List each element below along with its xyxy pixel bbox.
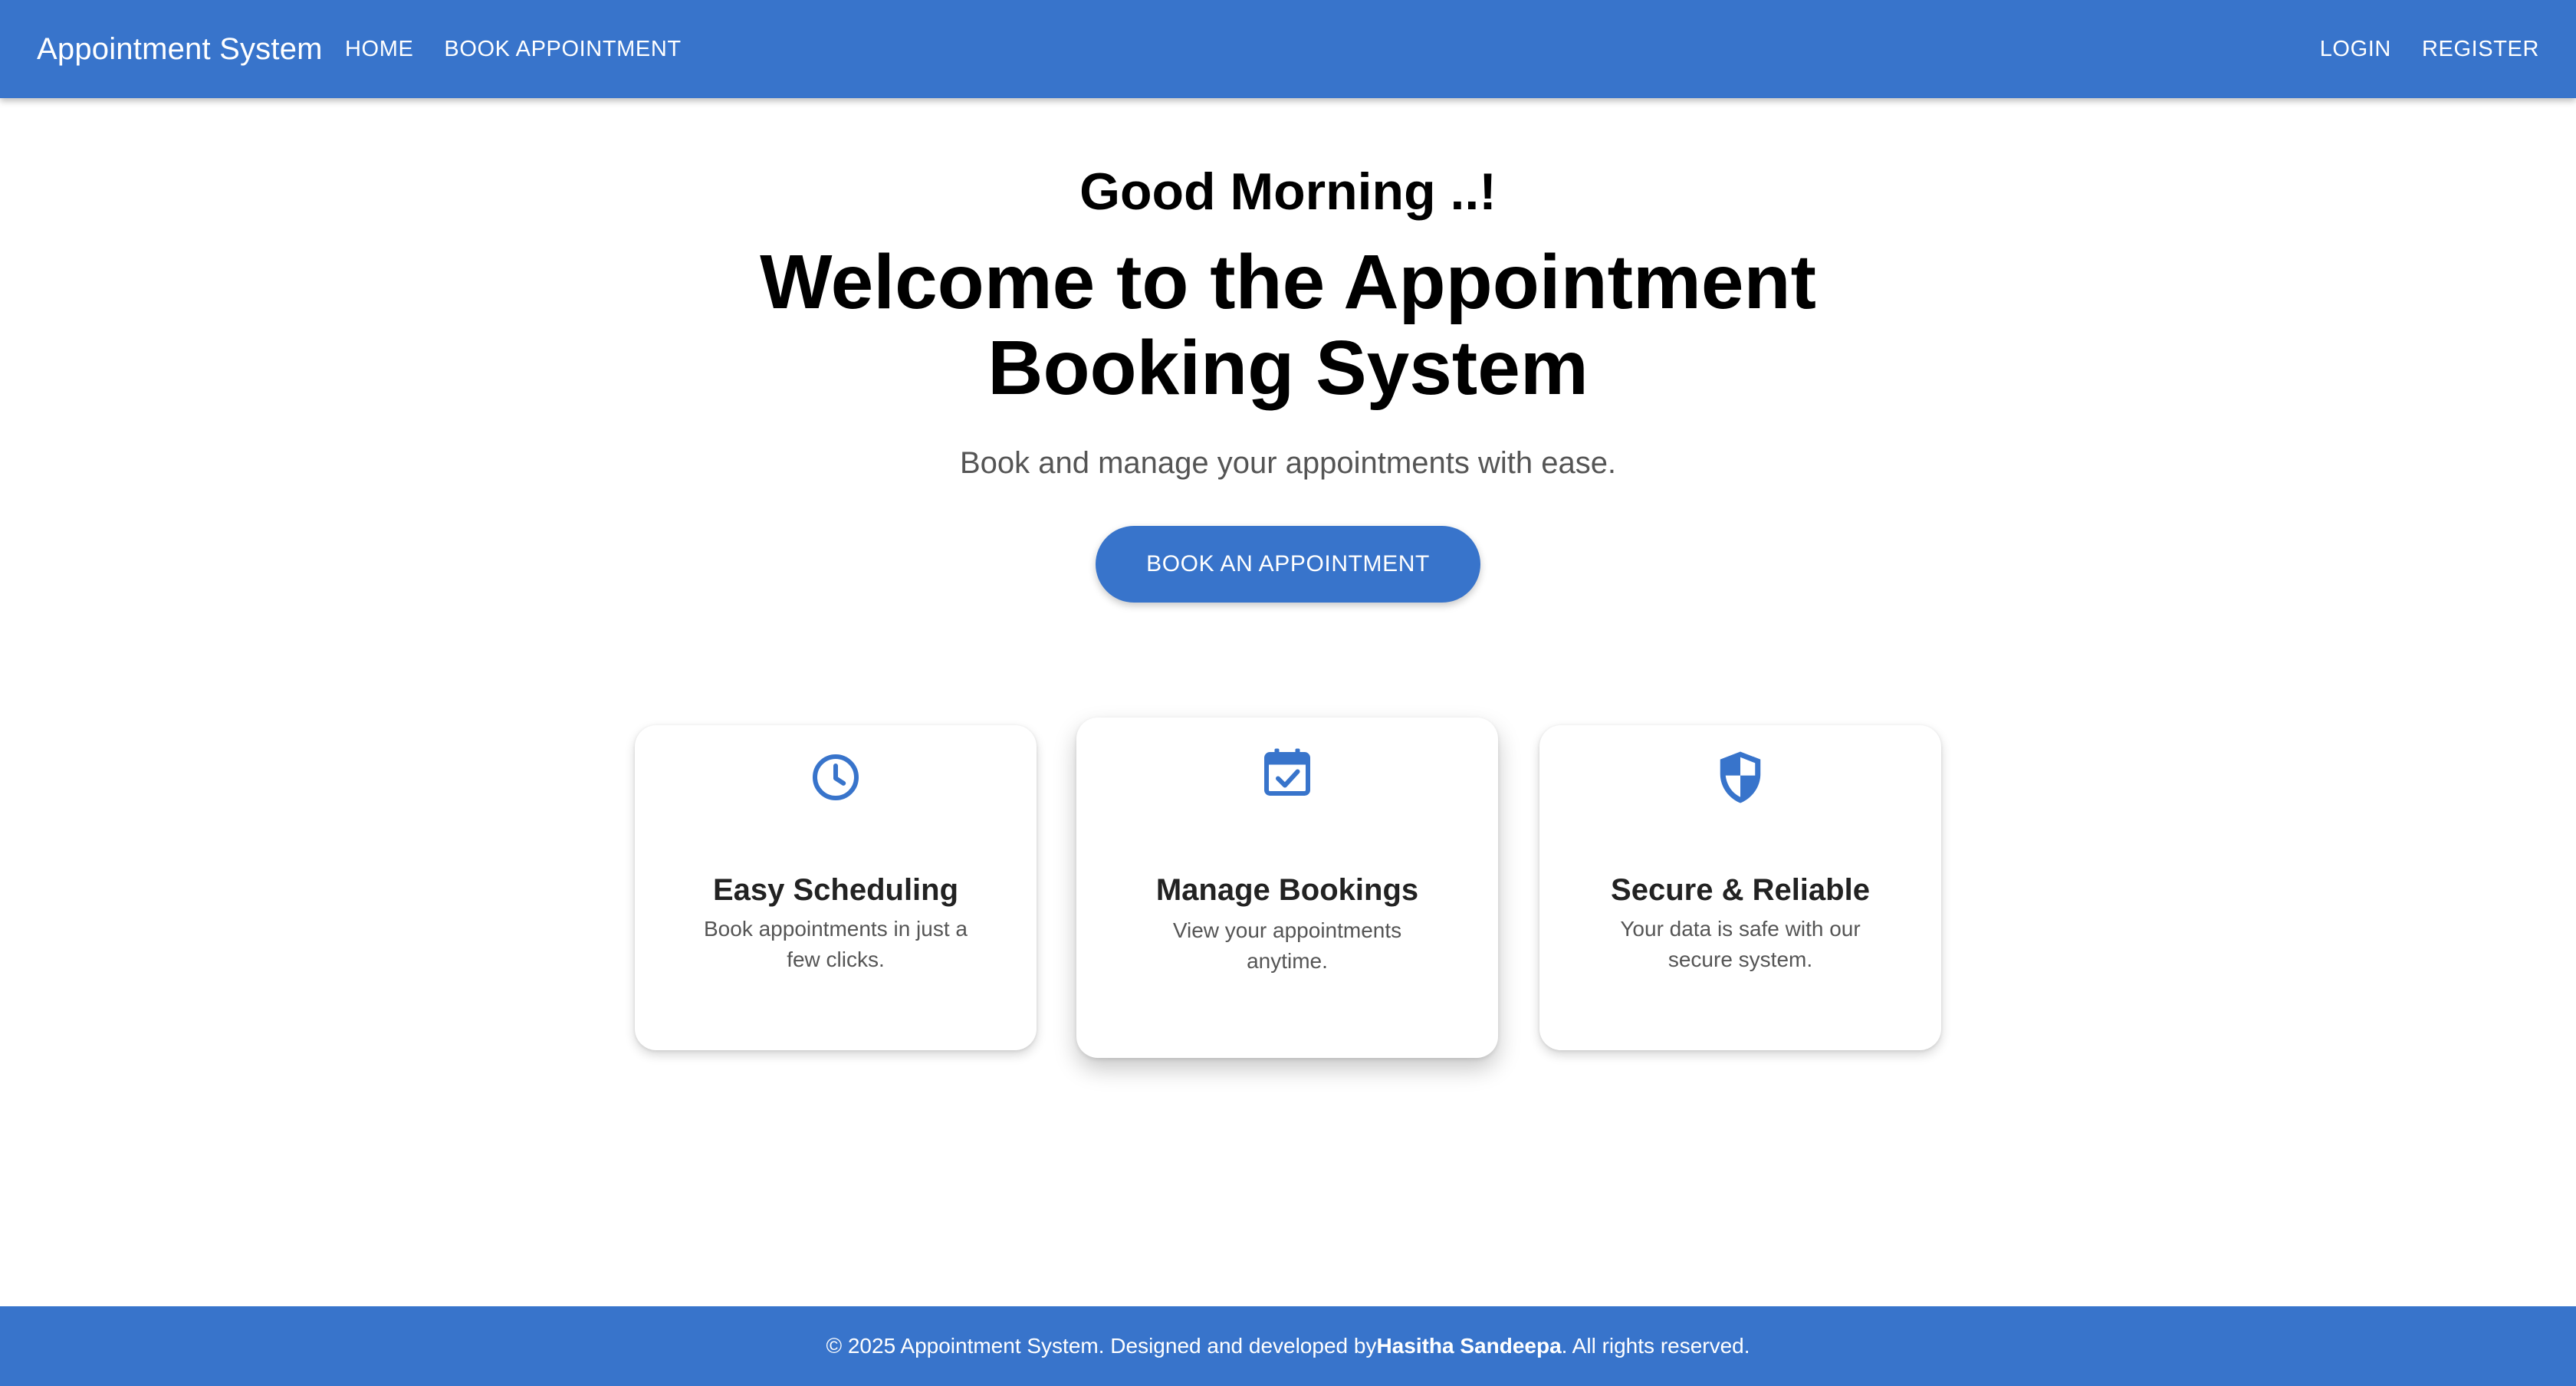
feature-title: Easy Scheduling <box>712 873 959 907</box>
auth-nav: LOGIN REGISTER <box>2320 0 2539 98</box>
book-an-appointment-button[interactable]: BOOK AN APPOINTMENT <box>1096 526 1480 603</box>
primary-nav: HOME BOOK APPOINTMENT <box>345 0 682 98</box>
feature-description: Book appointments in just a few clicks. <box>704 917 968 971</box>
page-title: Welcome to the Appointment Booking Syste… <box>760 239 1816 411</box>
footer-copyright: © 2025 Appointment System. Designed and … <box>826 1334 1377 1358</box>
greeting-text: Good Morning ..! <box>1079 163 1497 221</box>
shield-icon <box>1539 748 1941 806</box>
page-footer: © 2025 Appointment System. Designed and … <box>0 1306 2576 1386</box>
app-brand[interactable]: Appointment System <box>37 0 323 98</box>
feature-title: Manage Bookings <box>1155 873 1419 907</box>
feature-description: View your appointments anytime. <box>1172 918 1402 973</box>
footer-rights: . All rights reserved. <box>1561 1334 1750 1358</box>
register-button[interactable]: REGISTER <box>2422 37 2539 62</box>
login-button[interactable]: LOGIN <box>2320 37 2391 62</box>
calendar-check-icon <box>1076 744 1498 802</box>
feature-description: Your data is safe with our secure system… <box>1620 917 1861 971</box>
hero-subtitle: Book and manage your appointments with e… <box>959 446 1617 480</box>
feature-card-secure-reliable: Secure & Reliable Your data is safe with… <box>1539 725 1941 1050</box>
nav-home-button[interactable]: HOME <box>345 37 413 62</box>
nav-book-appointment-button[interactable]: BOOK APPOINTMENT <box>444 37 681 62</box>
feature-title: Secure & Reliable <box>1611 873 1870 907</box>
feature-card-easy-scheduling: Easy Scheduling Book appointments in jus… <box>635 725 1037 1050</box>
feature-card-manage-bookings: Manage Bookings View your appointments a… <box>1076 718 1498 1058</box>
footer-author: Hasitha Sandeepa <box>1376 1334 1562 1358</box>
clock-icon <box>635 750 1037 805</box>
top-app-bar: Appointment System HOME BOOK APPOINTMENT… <box>0 0 2576 98</box>
